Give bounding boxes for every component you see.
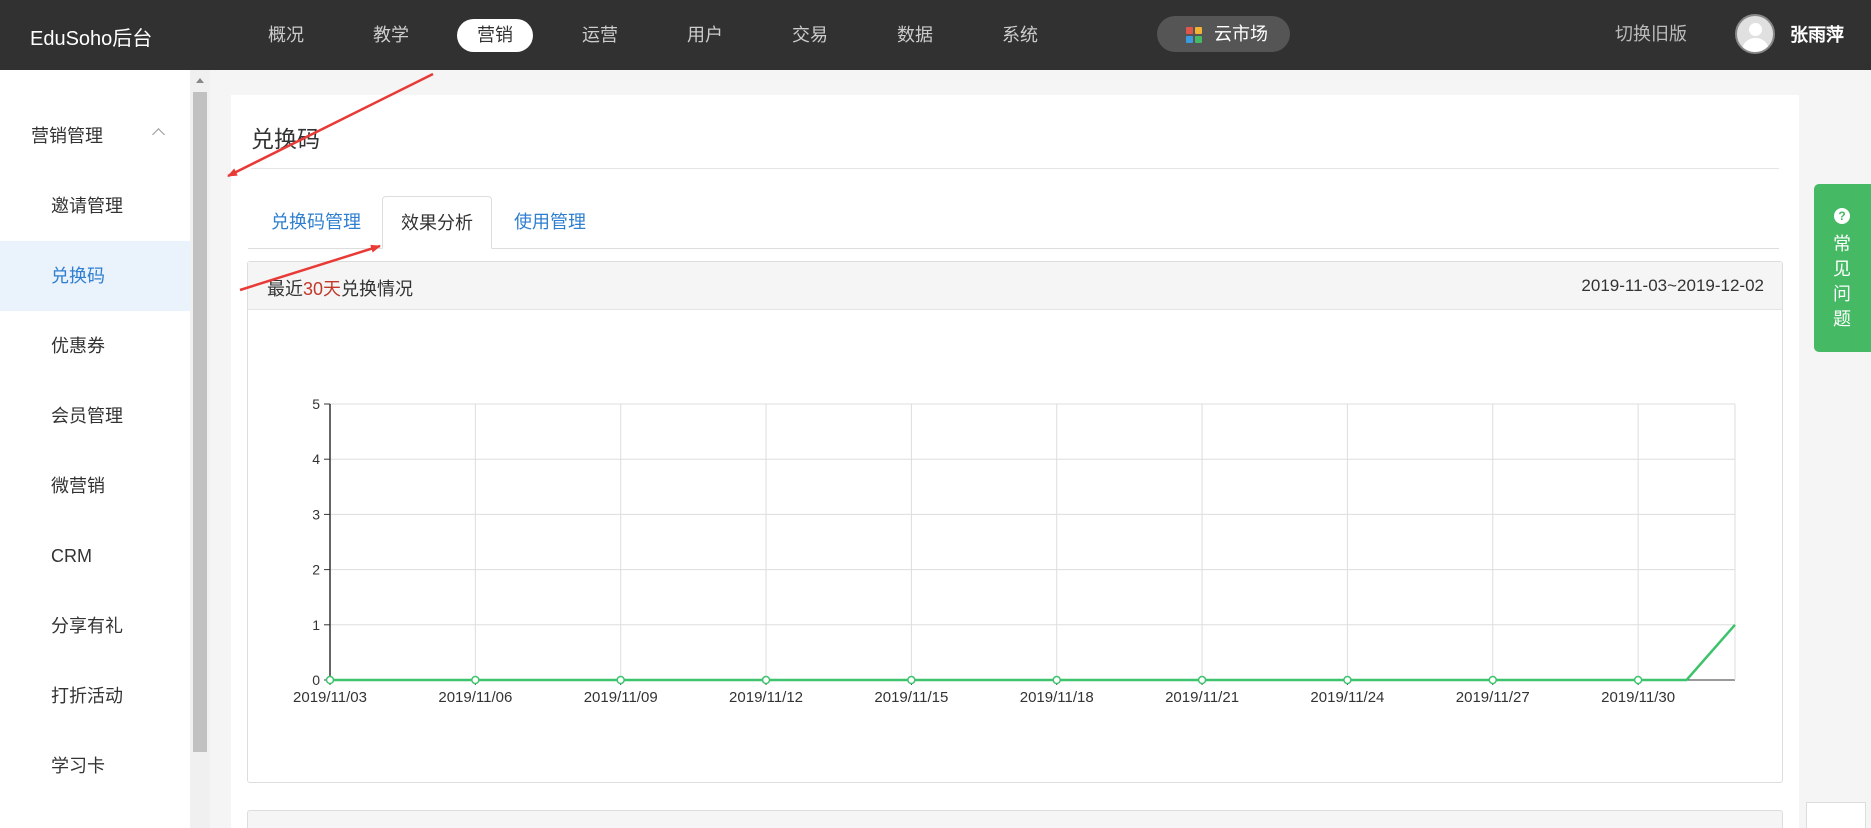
y-tick-label: 4: [312, 451, 320, 467]
y-tick-label: 0: [312, 672, 320, 688]
nav-teaching[interactable]: 教学: [369, 19, 413, 52]
x-tick-label: 2019/11/24: [1310, 689, 1384, 706]
sidebar-item-membership[interactable]: 会员管理: [0, 381, 190, 451]
sidebar-item-coupon[interactable]: 优惠券: [0, 311, 190, 381]
tab-code-management[interactable]: 兑换码管理: [271, 196, 361, 249]
data-point: [616, 675, 625, 685]
tab-effect-analysis[interactable]: 效果分析: [382, 196, 492, 249]
sidebar-item-invite[interactable]: 邀请管理: [0, 171, 190, 241]
corner-widget[interactable]: [1806, 802, 1866, 828]
sidebar-item-micro-marketing[interactable]: 微营销: [0, 451, 190, 521]
title-highlight: 30天: [303, 279, 342, 299]
x-tick-label: 2019/11/03: [293, 689, 367, 706]
sidebar-item-study-card[interactable]: 学习卡: [0, 731, 190, 801]
title-prefix: 最近: [267, 279, 303, 299]
sidebar-item-share-gift[interactable]: 分享有礼: [0, 591, 190, 661]
nav-trade[interactable]: 交易: [788, 19, 832, 52]
faq-help-button[interactable]: ? 常见问题: [1814, 184, 1871, 352]
nav-system[interactable]: 系统: [998, 19, 1042, 52]
main-panel: 兑换码 兑换码管理 效果分析 使用管理 最近30天兑换情况 2019-11-03…: [231, 95, 1799, 828]
x-tick-label: 2019/11/18: [1020, 689, 1094, 706]
scroll-up-arrow-icon[interactable]: [196, 78, 204, 83]
chart-card-title: 最近30天兑换情况: [267, 275, 413, 301]
data-point: [1488, 675, 1498, 685]
y-tick-label: 3: [312, 506, 320, 522]
sidebar-scrollbar[interactable]: [190, 70, 210, 828]
x-tick-label: 2019/11/30: [1601, 689, 1675, 706]
title-divider: [251, 168, 1779, 169]
x-tick-label: 2019/11/27: [1456, 689, 1530, 706]
brand-logo[interactable]: EduSoho后台: [30, 22, 152, 51]
question-circle-icon: ?: [1834, 208, 1850, 224]
chart-card: 最近30天兑换情况 2019-11-03~2019-12-02 0 1 2 3 4 5 20…: [247, 261, 1783, 783]
user-avatar-icon[interactable]: [1735, 14, 1775, 54]
switch-old-version-link[interactable]: 切换旧版: [1615, 20, 1687, 46]
date-range: 2019-11-03~2019-12-02: [1581, 276, 1764, 295]
series-line: [330, 623, 1736, 682]
cloud-market-label: 云市场: [1214, 24, 1268, 44]
grid-icon: [1186, 27, 1202, 43]
top-nav-bar: EduSoho后台 概况 教学 营销 运营 用户 交易 数据 系统 云市场 切换…: [0, 0, 1871, 70]
redeem-line-chart: 0 1 2 3 4 5 2019/11/03 2019/11/06 2019/11/09 2019…: [293, 396, 1736, 706]
data-point: [1343, 675, 1352, 685]
nav-marketing[interactable]: 营销: [457, 19, 533, 52]
username[interactable]: 张雨萍: [1790, 21, 1844, 47]
page-title: 兑换码: [251, 126, 320, 152]
y-tick-label: 5: [312, 396, 320, 412]
scrollbar-thumb[interactable]: [193, 92, 207, 752]
sidebar-item-discount[interactable]: 打折活动: [0, 661, 190, 731]
chevron-up-icon[interactable]: [152, 128, 165, 141]
cloud-market-button[interactable]: 云市场: [1157, 16, 1290, 52]
x-tick-label: 2019/11/09: [584, 689, 658, 706]
title-suffix: 兑换情况: [341, 279, 414, 299]
chart-card-header: 最近30天兑换情况 2019-11-03~2019-12-02: [248, 262, 1782, 310]
nav-data[interactable]: 数据: [893, 19, 937, 52]
x-tick-label: 2019/11/15: [874, 689, 948, 706]
data-point: [761, 675, 771, 685]
data-point: [1052, 675, 1061, 685]
y-tick-label: 1: [312, 617, 320, 633]
x-tick-label: 2019/11/21: [1165, 689, 1239, 706]
data-point: [325, 675, 335, 685]
sidebar-group-marketing[interactable]: 营销管理: [31, 122, 103, 148]
nav-operations[interactable]: 运营: [578, 19, 622, 52]
data-point: [1197, 675, 1207, 685]
y-tick-label: 2: [312, 562, 320, 578]
nav-overview[interactable]: 概况: [264, 19, 308, 52]
data-point: [471, 675, 480, 685]
tab-usage-management[interactable]: 使用管理: [514, 196, 586, 249]
nav-users[interactable]: 用户: [683, 19, 727, 52]
data-point: [907, 675, 916, 685]
x-tick-label: 2019/11/06: [438, 689, 512, 706]
x-tick-label: 2019/11/12: [729, 689, 803, 706]
sidebar: 营销管理 邀请管理 兑换码 优惠券 会员管理 微营销 CRM 分享有礼 打折活动…: [0, 70, 190, 828]
sidebar-item-redeem-code[interactable]: 兑换码: [0, 241, 190, 311]
sidebar-item-crm[interactable]: CRM: [0, 521, 190, 591]
secondary-card: [247, 810, 1783, 828]
data-point: [1633, 675, 1643, 685]
faq-label: 常见问题: [1833, 234, 1851, 329]
